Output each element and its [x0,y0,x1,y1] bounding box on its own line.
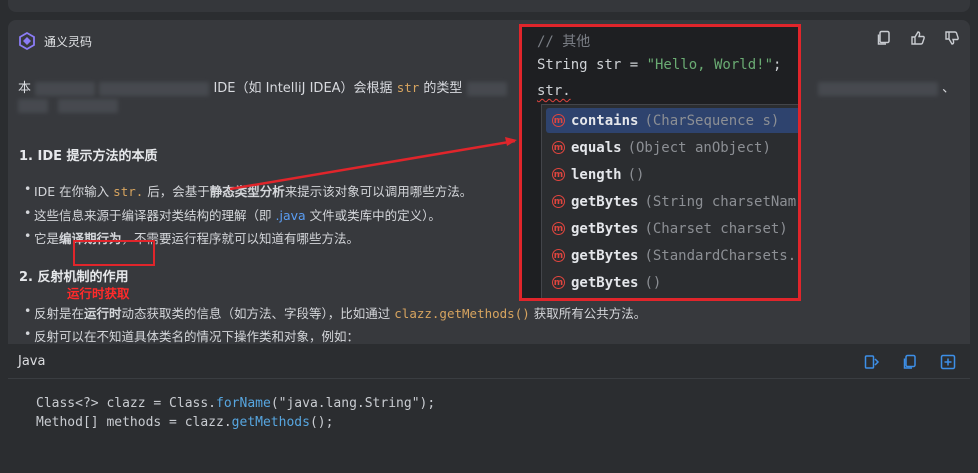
method-params: (Object anObject) [627,139,771,156]
ide-comment: // 其他 [537,34,591,50]
method-name: getBytes [571,193,639,210]
ide-line-3: str. [537,83,571,99]
method-name: length [571,166,622,183]
method-name: getBytes [571,220,639,237]
completion-item[interactable]: m getBytes (Charset charset) [546,216,798,241]
method-name: contains [571,112,639,129]
method-icon: m [552,276,565,289]
method-icon: m [552,195,565,208]
method-params: (CharSequence s) [644,112,780,129]
code-string: "Hello, World!" [646,57,774,73]
completion-popup: m contains (CharSequence s) m equals (Obje… [541,104,798,298]
ide-screenshot: // 其他 String str = "Hello, World!"; str.… [519,24,801,301]
completion-item[interactable]: m getBytes () [546,270,798,295]
arrow-head-icon [505,137,517,146]
method-params: () [627,166,645,183]
completion-item[interactable]: m length () [546,162,798,187]
method-icon: m [552,141,565,154]
method-params: (Charset charset) [644,220,788,237]
method-params: (String charsetNam [644,193,797,210]
annotation-arrow [229,139,516,191]
method-icon: m [552,249,565,262]
code-token: String str = [537,57,647,73]
method-name: getBytes [571,274,639,291]
method-icon: m [552,222,565,235]
annotation-arrows [229,137,517,191]
method-name: equals [571,139,622,156]
completion-item[interactable]: m getBytes (String charsetNam [546,189,798,214]
ide-line-2: String str = "Hello, World!"; [537,57,781,73]
method-icon: m [552,114,565,127]
method-params: (StandardCharsets. [644,247,797,264]
completion-item[interactable]: m getBytes (StandardCharsets. [546,243,798,268]
completion-item[interactable]: m equals (Object anObject) [546,135,798,160]
method-icon: m [552,168,565,181]
method-name: getBytes [571,247,639,264]
completion-item[interactable]: m contains (CharSequence s) [546,108,798,133]
method-params: () [644,274,662,291]
code-token: ; [773,57,782,73]
